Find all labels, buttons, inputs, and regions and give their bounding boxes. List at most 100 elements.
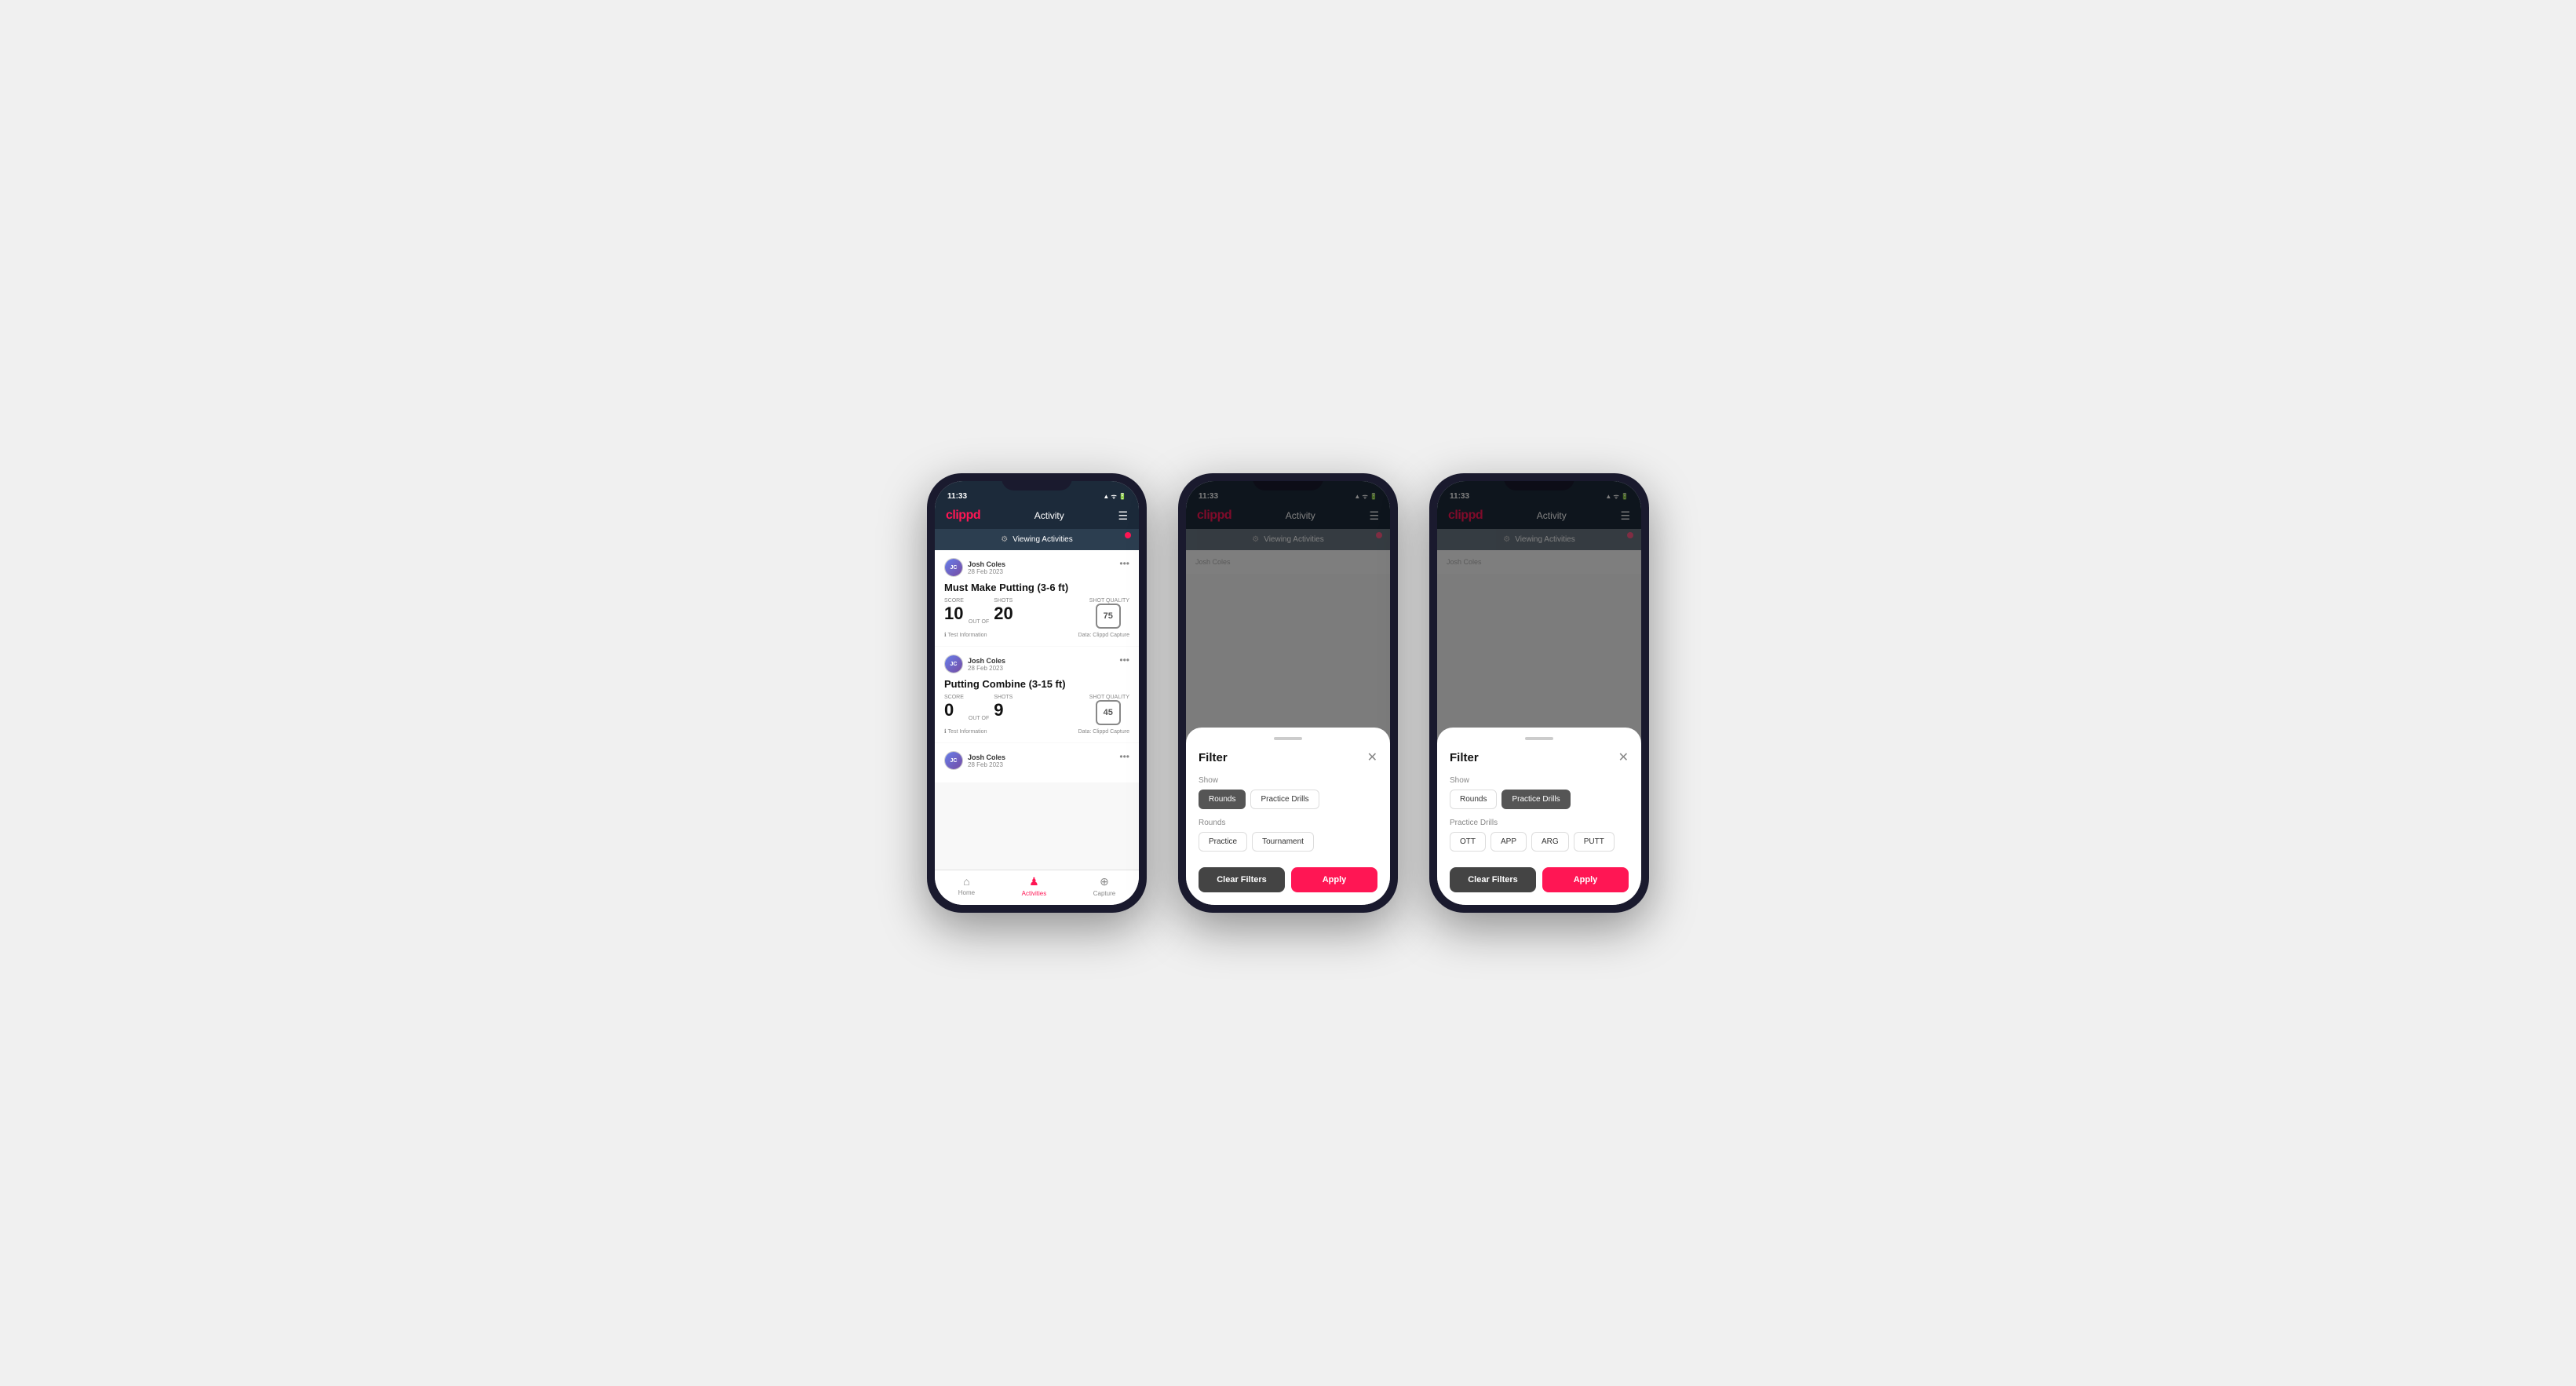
show-buttons-2: Rounds Practice Drills	[1199, 790, 1377, 809]
card-2-header: JC Josh Coles 28 Feb 2023 •••	[944, 655, 1129, 673]
ott-btn-3[interactable]: OTT	[1450, 832, 1486, 852]
card-1-title: Must Make Putting (3-6 ft)	[944, 582, 1129, 593]
activity-card-1: JC Josh Coles 28 Feb 2023 ••• Must Make …	[935, 550, 1139, 646]
card-1-user-details: Josh Coles 28 Feb 2023	[968, 560, 1005, 575]
nav-activities-label: Activities	[1022, 890, 1047, 897]
nav-home-label: Home	[958, 889, 975, 896]
header-title-1: Activity	[1034, 510, 1064, 521]
show-rounds-btn-3[interactable]: Rounds	[1450, 790, 1497, 809]
filter-overlay-2: Filter ✕ Show Rounds Practice Drills Rou…	[1186, 481, 1390, 905]
logo-1: clippd	[946, 509, 980, 523]
putt-btn-3[interactable]: PUTT	[1574, 832, 1615, 852]
card-1-shots-group: Shots 20	[994, 598, 1013, 624]
viewing-bar-1[interactable]: ⚙ Viewing Activities	[935, 529, 1139, 550]
rounds-label-2: Rounds	[1199, 819, 1377, 827]
sheet-handle-2	[1274, 737, 1302, 740]
rounds-practice-btn-2[interactable]: Practice	[1199, 832, 1247, 852]
capture-icon: ⊕	[1100, 875, 1109, 888]
card-3-user-info: JC Josh Coles 28 Feb 2023	[944, 751, 1005, 770]
rounds-section-2: Rounds Practice Tournament	[1199, 819, 1377, 852]
app-header-1: clippd Activity ☰	[935, 504, 1139, 529]
phone-2-screen: 11:33 ▲ ᯤ 🔋 clippd Activity ☰ ⚙ Viewing …	[1186, 481, 1390, 905]
notch	[1002, 473, 1072, 491]
card-1-avatar: JC	[944, 558, 963, 577]
card-3-user-name: Josh Coles	[968, 753, 1005, 761]
card-2-shots-group: Shots 9	[994, 695, 1013, 720]
card-1-sq-badge: 75	[1096, 604, 1121, 629]
filter-dot-1	[1125, 532, 1131, 538]
card-3-user-date: 28 Feb 2023	[968, 761, 1005, 768]
card-1-user-date: 28 Feb 2023	[968, 568, 1005, 575]
sheet-header-2: Filter ✕	[1199, 750, 1377, 765]
filter-sheet-2: Filter ✕ Show Rounds Practice Drills Rou…	[1186, 728, 1390, 905]
card-3-header: JC Josh Coles 28 Feb 2023 •••	[944, 751, 1129, 770]
phone-3: 11:33 ▲ ᯤ 🔋 clippd Activity ☰ ⚙ Viewing …	[1429, 473, 1649, 913]
apply-btn-3[interactable]: Apply	[1542, 867, 1629, 892]
phones-container: 11:33 ▲ ᯤ 🔋 clippd Activity ☰ ⚙ Viewing …	[927, 473, 1649, 913]
phone-1: 11:33 ▲ ᯤ 🔋 clippd Activity ☰ ⚙ Viewing …	[927, 473, 1147, 913]
bottom-nav-1: ⌂ Home ♟ Activities ⊕ Capture	[935, 870, 1139, 905]
phone-1-screen: 11:33 ▲ ᯤ 🔋 clippd Activity ☰ ⚙ Viewing …	[935, 481, 1139, 905]
show-label-2: Show	[1199, 776, 1377, 785]
clear-filters-btn-2[interactable]: Clear Filters	[1199, 867, 1285, 892]
card-2-info: ℹ Test Information	[944, 728, 987, 735]
card-2-shots-label: Shots	[994, 695, 1013, 700]
card-2-title: Putting Combine (3-15 ft)	[944, 678, 1129, 690]
card-1-shots-label: Shots	[994, 598, 1013, 604]
card-2-stats: Score 0 OUT OF Shots 9 Shot Quality 45	[944, 695, 1129, 725]
show-practice-btn-2[interactable]: Practice Drills	[1250, 790, 1319, 809]
home-icon: ⌂	[963, 875, 969, 888]
card-2-user-date: 28 Feb 2023	[968, 665, 1005, 672]
arg-btn-3[interactable]: ARG	[1531, 832, 1569, 852]
show-rounds-btn-2[interactable]: Rounds	[1199, 790, 1246, 809]
filter-sheet-3: Filter ✕ Show Rounds Practice Drills Pra…	[1437, 728, 1641, 905]
app-btn-3[interactable]: APP	[1491, 832, 1527, 852]
card-2-score-value: 0	[944, 700, 964, 720]
card-1-user-name: Josh Coles	[968, 560, 1005, 568]
card-2-user-name: Josh Coles	[968, 657, 1005, 665]
card-1-score-group: Score 10	[944, 598, 964, 624]
nav-capture[interactable]: ⊕ Capture	[1093, 875, 1115, 897]
show-label-3: Show	[1450, 776, 1629, 785]
nav-home[interactable]: ⌂ Home	[958, 875, 975, 897]
card-1-score-value: 10	[944, 604, 964, 624]
card-1-footer: ℹ Test Information Data: Clippd Capture	[944, 632, 1129, 638]
activities-icon: ♟	[1029, 875, 1039, 888]
filter-close-3[interactable]: ✕	[1618, 750, 1629, 765]
card-3-more-dots[interactable]: •••	[1119, 751, 1129, 762]
phone-2: 11:33 ▲ ᯤ 🔋 clippd Activity ☰ ⚙ Viewing …	[1178, 473, 1398, 913]
filter-close-2[interactable]: ✕	[1367, 750, 1377, 765]
card-1-info: ℹ Test Information	[944, 632, 987, 638]
card-2-sq-badge: 45	[1096, 700, 1121, 725]
card-2-footer: ℹ Test Information Data: Clippd Capture	[944, 728, 1129, 735]
card-2-sq-group: Shot Quality 45	[1089, 695, 1129, 725]
activity-feed: JC Josh Coles 28 Feb 2023 ••• Must Make …	[935, 550, 1139, 870]
nav-activities[interactable]: ♟ Activities	[1022, 875, 1047, 897]
card-2-more-dots[interactable]: •••	[1119, 655, 1129, 666]
card-3-avatar: JC	[944, 751, 963, 770]
practice-drills-label-3: Practice Drills	[1450, 819, 1629, 827]
card-1-sq-group: Shot Quality 75	[1089, 598, 1129, 629]
show-section-3: Show Rounds Practice Drills	[1450, 776, 1629, 809]
card-1-out-of: OUT OF	[969, 619, 989, 625]
card-2-data-source: Data: Clippd Capture	[1078, 729, 1129, 735]
sheet-header-3: Filter ✕	[1450, 750, 1629, 765]
sheet-actions-3: Clear Filters Apply	[1450, 867, 1629, 892]
card-1-more-dots[interactable]: •••	[1119, 558, 1129, 569]
card-2-score-label: Score	[944, 695, 964, 700]
card-1-score-label: Score	[944, 598, 964, 604]
status-time-1: 11:33	[947, 492, 967, 501]
filter-title-2: Filter	[1199, 751, 1228, 764]
apply-btn-2[interactable]: Apply	[1291, 867, 1377, 892]
rounds-tournament-btn-2[interactable]: Tournament	[1252, 832, 1314, 852]
show-practice-btn-3[interactable]: Practice Drills	[1501, 790, 1570, 809]
card-1-stats: Score 10 OUT OF Shots 20 Shot Quality 75	[944, 598, 1129, 629]
filter-overlay-3: Filter ✕ Show Rounds Practice Drills Pra…	[1437, 481, 1641, 905]
card-2-user-info: JC Josh Coles 28 Feb 2023	[944, 655, 1005, 673]
practice-buttons-3: OTT APP ARG PUTT	[1450, 832, 1629, 852]
clear-filters-btn-3[interactable]: Clear Filters	[1450, 867, 1536, 892]
show-buttons-3: Rounds Practice Drills	[1450, 790, 1629, 809]
hamburger-icon-1[interactable]: ☰	[1118, 509, 1128, 523]
card-1-user-info: JC Josh Coles 28 Feb 2023	[944, 558, 1005, 577]
card-2-user-details: Josh Coles 28 Feb 2023	[968, 657, 1005, 672]
